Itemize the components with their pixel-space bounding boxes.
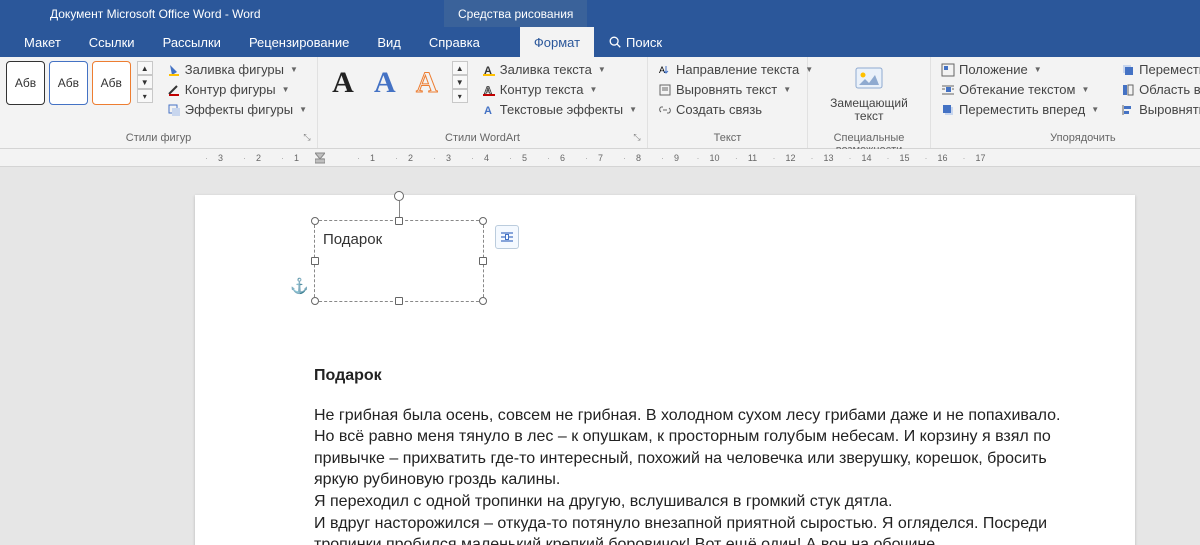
gallery-up-button[interactable]: ▲ xyxy=(137,61,153,75)
shape-style-gallery-scroll: ▲ ▼ ▾ xyxy=(137,61,153,103)
title-bar: Документ Microsoft Office Word - Word Ср… xyxy=(0,0,1200,27)
svg-text:A: A xyxy=(659,65,665,75)
anchor-icon[interactable]: ⚓ xyxy=(290,277,309,295)
resize-handle-w[interactable] xyxy=(311,257,319,265)
resize-handle-se[interactable] xyxy=(479,297,487,305)
group-accessibility: Замещающий текст Специальные возможности xyxy=(808,57,931,148)
document-body[interactable]: Подарок Не грибная была осень, совсем не… xyxy=(314,365,1074,545)
resize-handle-e[interactable] xyxy=(479,257,487,265)
wordart-launcher[interactable]: ⤡ xyxy=(631,132,643,144)
tab-layout[interactable]: Макет xyxy=(10,27,75,57)
tab-mailings[interactable]: Рассылки xyxy=(149,27,235,57)
shape-style-preset-1[interactable]: Абв xyxy=(6,61,45,105)
text-outline-button[interactable]: A Контур текста▼ xyxy=(478,81,641,98)
resize-handle-n[interactable] xyxy=(395,217,403,225)
shape-styles-launcher[interactable]: ⤡ xyxy=(301,132,313,144)
shape-effects-button[interactable]: Эффекты фигуры▼ xyxy=(163,101,311,118)
tab-help[interactable]: Справка xyxy=(415,27,494,57)
group-text: A Направление текста▼ Выровнять текст▼ С… xyxy=(648,57,808,148)
wordart-style-3[interactable]: А xyxy=(408,61,446,105)
alt-text-button[interactable]: Замещающий текст xyxy=(814,61,924,127)
layout-options-button[interactable] xyxy=(495,225,519,249)
text-direction-button[interactable]: A Направление текста▼ xyxy=(654,61,817,78)
shape-fill-button[interactable]: Заливка фигуры▼ xyxy=(163,61,311,78)
alt-text-icon xyxy=(853,65,885,93)
tab-view[interactable]: Вид xyxy=(363,27,415,57)
svg-text:A: A xyxy=(484,105,492,117)
tab-search[interactable]: Поиск xyxy=(594,27,676,57)
align-button[interactable]: Выровнять▼ xyxy=(1117,101,1200,118)
doc-paragraph-1[interactable]: Не грибная была осень, совсем не грибная… xyxy=(314,405,1074,491)
doc-heading[interactable]: Подарок xyxy=(314,365,1074,387)
selection-pane-button[interactable]: Область выде xyxy=(1117,81,1200,98)
shape-outline-button[interactable]: Контур фигуры▼ xyxy=(163,81,311,98)
group-arrange: Положение▼ Обтекание текстом▼ Переместит… xyxy=(931,57,1200,148)
doc-paragraph-3[interactable]: И вдруг насторожился – откуда-то потянул… xyxy=(314,513,1074,545)
ribbon: Абв Абв Абв ▲ ▼ ▾ Заливка фигуры▼ Контур… xyxy=(0,57,1200,149)
tab-review[interactable]: Рецензирование xyxy=(235,27,363,57)
wrap-text-button[interactable]: Обтекание текстом▼ xyxy=(937,81,1103,98)
tab-format[interactable]: Формат xyxy=(520,27,594,57)
resize-handle-sw[interactable] xyxy=(311,297,319,305)
link-icon xyxy=(658,103,672,117)
resize-handle-nw[interactable] xyxy=(311,217,319,225)
align-text-button[interactable]: Выровнять текст▼ xyxy=(654,81,817,98)
fill-icon xyxy=(167,63,181,77)
bring-forward-button[interactable]: Переместить вперед▼ xyxy=(937,101,1103,118)
text-box[interactable]: Подарок xyxy=(314,220,484,302)
tab-references[interactable]: Ссылки xyxy=(75,27,149,57)
wordart-style-1[interactable]: А xyxy=(324,61,362,105)
wa-gallery-more[interactable]: ▾ xyxy=(452,89,468,103)
group-wordart-styles: А А А ▲ ▼ ▾ A Заливка текста▼ A Контур т… xyxy=(318,57,648,148)
create-link-button[interactable]: Создать связь xyxy=(654,101,817,118)
position-icon xyxy=(941,63,955,77)
gallery-more-button[interactable]: ▾ xyxy=(137,89,153,103)
wa-gallery-up[interactable]: ▲ xyxy=(452,61,468,75)
ribbon-tabs: Макет Ссылки Рассылки Рецензирование Вид… xyxy=(0,27,1200,57)
shape-style-preset-3[interactable]: Абв xyxy=(92,61,131,105)
resize-handle-ne[interactable] xyxy=(479,217,487,225)
indent-marker[interactable] xyxy=(315,149,325,165)
move-icon xyxy=(1121,63,1135,77)
gallery-down-button[interactable]: ▼ xyxy=(137,75,153,89)
text-fill-icon: A xyxy=(482,63,496,77)
search-label: Поиск xyxy=(626,35,662,50)
page[interactable]: ⚓ Подарок Подарок Не грибная была осень,… xyxy=(195,195,1135,545)
text-fill-button[interactable]: A Заливка текста▼ xyxy=(478,61,641,78)
window-title: Документ Microsoft Office Word - Word xyxy=(50,7,261,21)
selection-pane-icon xyxy=(1121,83,1135,97)
shape-style-preset-2[interactable]: Абв xyxy=(49,61,88,105)
text-effects-button[interactable]: A Текстовые эффекты▼ xyxy=(478,101,641,118)
text-outline-icon: A xyxy=(482,83,496,97)
doc-paragraph-2[interactable]: Я переходил с одной тропинки на другую, … xyxy=(314,491,1074,513)
wordart-style-2[interactable]: А xyxy=(366,61,404,105)
move-button[interactable]: Переместить xyxy=(1117,61,1200,78)
group-shape-styles: Абв Абв Абв ▲ ▼ ▾ Заливка фигуры▼ Контур… xyxy=(0,57,318,148)
align-icon xyxy=(1121,103,1135,117)
text-direction-icon: A xyxy=(658,63,672,77)
wordart-gallery-scroll: ▲ ▼ ▾ xyxy=(452,61,468,103)
rotate-connector xyxy=(399,201,400,217)
text-effects-icon: A xyxy=(482,103,496,117)
rotate-handle[interactable] xyxy=(394,191,404,201)
search-icon xyxy=(608,35,622,49)
horizontal-ruler[interactable]: 3211234567891011121314151617 xyxy=(0,149,1200,167)
effects-icon xyxy=(167,103,181,117)
resize-handle-s[interactable] xyxy=(395,297,403,305)
align-text-icon xyxy=(658,83,672,97)
text-box-content[interactable]: Подарок xyxy=(315,221,483,258)
document-canvas[interactable]: ⚓ Подарок Подарок Не грибная была осень,… xyxy=(0,167,1200,545)
wa-gallery-down[interactable]: ▼ xyxy=(452,75,468,89)
contextual-tab-label: Средства рисования xyxy=(444,0,587,27)
wrap-icon xyxy=(941,83,955,97)
bring-forward-icon xyxy=(941,103,955,117)
position-button[interactable]: Положение▼ xyxy=(937,61,1103,78)
outline-icon xyxy=(167,83,181,97)
